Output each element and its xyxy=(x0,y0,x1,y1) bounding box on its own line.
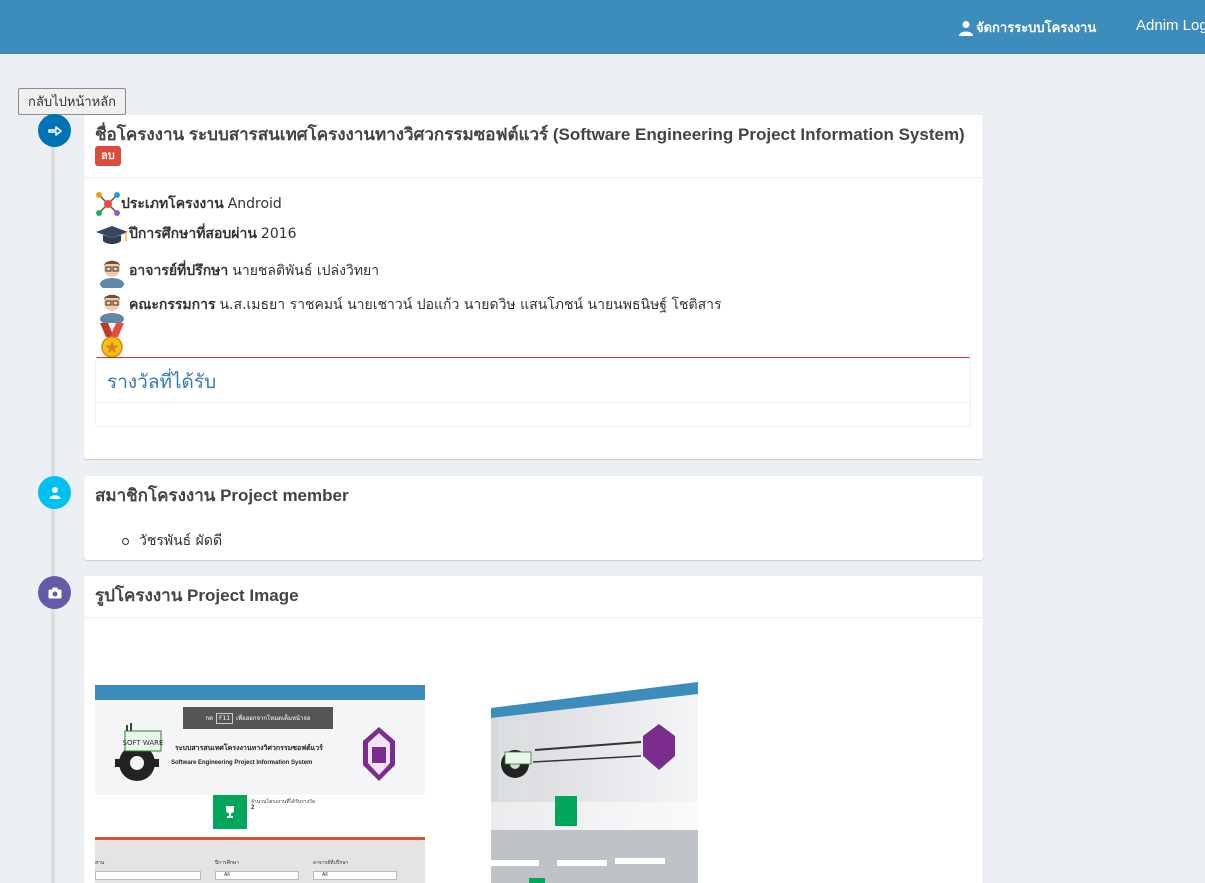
stat-label: จำนวนโครงงานที่ได้รับรางวัล xyxy=(251,799,315,805)
network-icon xyxy=(96,192,120,216)
project-year-label: ปีการศึกษาที่สอบผ่าน xyxy=(129,226,257,242)
project-info-card: ชื่อโครงงาน ระบบสารสนเทศโครงงานทางวิศวกร… xyxy=(84,115,983,459)
system-title-en: Software Engineering Project Information… xyxy=(171,760,313,766)
committee-row: คณะกรรมการ น.ส.เมธยา ราชคมน์ นายเชาวน์ ป… xyxy=(95,287,722,323)
hand-point-icon xyxy=(38,114,71,147)
manage-projects-link[interactable]: จัดการระบบโครงงาน xyxy=(958,17,1096,38)
teacher-avatar-icon xyxy=(100,260,124,288)
software-gear-logo: SOFT WARE xyxy=(115,723,164,781)
top-navbar: จัดการระบบโครงงาน Adnim Log xyxy=(0,0,1205,54)
filter-label-0: สาน xyxy=(95,860,105,866)
manage-projects-label: จัดการระบบโครงงาน xyxy=(976,21,1097,36)
image-heading: รูปโครงงาน Project Image xyxy=(84,576,983,619)
screenshot-header-bar xyxy=(95,685,425,700)
filter-select-1: All xyxy=(215,871,299,880)
committee-label: คณะกรรมการ xyxy=(129,297,216,313)
filter-label-1: ปีการศึกษา xyxy=(215,860,239,866)
list-item: วัชรพันธ์ ผัดดี xyxy=(122,530,222,552)
f11-key: F11 xyxy=(215,712,234,724)
project-title: ชื่อโครงงาน ระบบสารสนเทศโครงงานทางวิศวกร… xyxy=(84,115,983,178)
back-to-home-button[interactable]: กลับไปหน้าหลัก xyxy=(18,88,127,115)
key-hint-prefix: กด xyxy=(205,715,213,722)
hint-text: เพื่อออกจากโหมดเต็มหน้าจอ xyxy=(236,715,311,722)
filter-label-2: อาจารย์ที่ปรึกษา xyxy=(313,860,349,866)
delete-button[interactable]: ลบ xyxy=(95,146,121,166)
teacher-avatar-icon xyxy=(100,294,124,323)
project-title-prefix: ชื่อโครงงาน xyxy=(95,125,185,144)
logo-text: SOFT WARE xyxy=(123,739,164,747)
fullscreen-hint: กด F11 เพื่อออกจากโหมดเต็มหน้าจอ xyxy=(183,707,333,729)
award-heading: รางวัลที่ได้รับ xyxy=(107,371,217,393)
user-icon xyxy=(959,20,973,36)
graduation-cap-icon xyxy=(96,226,128,244)
advisor-value: นายชลติพันธ์ เปล่งวิทยา xyxy=(232,263,380,279)
members-heading: สมาชิกโครงงาน Project member xyxy=(95,486,349,505)
admin-logout-link[interactable]: Adnim Log xyxy=(1136,17,1205,34)
filter-select-0 xyxy=(95,871,201,880)
stat-value: 2 xyxy=(251,805,255,811)
members-card: สมาชิกโครงงาน Project member วัชรพันธ์ ผ… xyxy=(84,476,983,560)
camera-icon xyxy=(38,576,71,609)
university-crest-icon xyxy=(363,727,395,781)
filter-select-2: All xyxy=(313,871,397,880)
award-panel: รางวัลที่ได้รับ xyxy=(95,357,971,427)
trophy-icon xyxy=(226,806,234,818)
award-divider xyxy=(96,402,970,403)
project-title-text: ระบบสารสนเทศโครงงานทางวิศวกรรมซอฟต์แวร์ … xyxy=(188,125,965,144)
advisor-label: อาจารย์ที่ปรึกษา xyxy=(129,263,229,279)
project-screenshot-2[interactable] xyxy=(491,682,698,883)
project-year-row: ปีการศึกษาที่สอบผ่าน 2016 xyxy=(95,221,297,247)
user-icon xyxy=(38,476,71,509)
list-bullet xyxy=(122,537,129,545)
project-type-label: ประเภทโครงงาน xyxy=(121,196,224,212)
advisor-row: อาจารย์ที่ปรึกษา นายชลติพันธ์ เปล่งวิทยา xyxy=(95,254,379,288)
project-year-value: 2016 xyxy=(260,226,297,242)
medal-icon xyxy=(100,323,124,358)
member-name: วัชรพันธ์ ผัดดี xyxy=(139,533,223,549)
project-image-card: รูปโครงงาน Project Image กด F11 เพื่อออก… xyxy=(84,576,983,883)
system-title-th: ระบบสารสนเทศโครงงานทางวิศวกรรมซอฟต์แวร์ xyxy=(175,744,323,752)
project-type-value: Android xyxy=(227,196,282,212)
trophy-box xyxy=(213,795,247,829)
project-screenshot-1[interactable]: กด F11 เพื่อออกจากโหมดเต็มหน้าจอ SOFT WA… xyxy=(95,685,425,883)
project-type-row: ประเภทโครงงาน Android xyxy=(95,191,282,217)
committee-value: น.ส.เมธยา ราชคมน์ นายเชาวน์ ปอแก้ว นายดว… xyxy=(219,297,722,313)
